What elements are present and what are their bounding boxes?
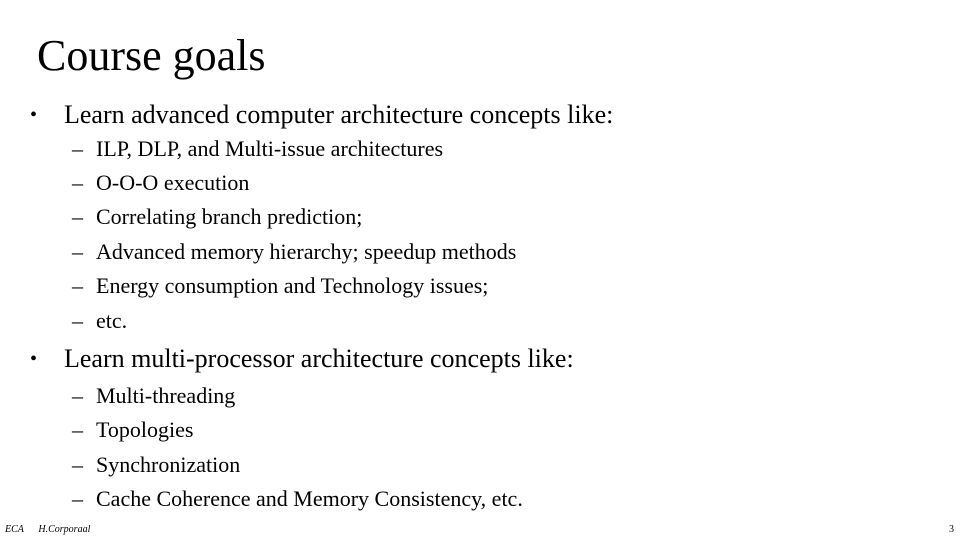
sub-item-text: Synchronization [96, 452, 241, 477]
dash-icon: – [72, 204, 83, 229]
dash-icon: – [72, 383, 83, 408]
dash-icon: – [72, 273, 83, 298]
sub-item-text: Advanced memory hierarchy; speedup metho… [96, 239, 517, 264]
dash-icon: – [72, 417, 83, 442]
sub-item-text: Cache Coherence and Memory Consistency, … [96, 486, 523, 511]
sub-item-text: O-O-O execution [96, 170, 250, 195]
bullet-icon: • [30, 348, 38, 370]
sub-item-text: ILP, DLP, and Multi-issue architectures [96, 136, 444, 161]
sub-item-text: Topologies [96, 417, 194, 442]
dash-icon: – [72, 486, 83, 511]
sub-item-text: Multi-threading [96, 383, 236, 408]
bullet-icon: • [30, 104, 38, 126]
slide-number: 3 [949, 524, 954, 535]
dash-icon: – [72, 170, 83, 195]
dash-icon: – [72, 452, 83, 477]
dash-icon: – [72, 136, 83, 161]
bullet-text: Learn multi-processor architecture conce… [64, 344, 574, 373]
sub-item-text: Energy consumption and Technology issues… [96, 273, 489, 298]
sub-item-text: Correlating branch prediction; [96, 204, 363, 229]
footer-author: H.Corporaal [38, 524, 91, 535]
slide-title: Course goals [37, 31, 266, 80]
dash-icon: – [72, 239, 83, 264]
slide-footer: ECA H.Corporaal [5, 524, 102, 535]
bullet-text: Learn advanced computer architecture con… [64, 100, 614, 129]
dash-icon: – [72, 308, 83, 333]
sub-item-text: etc. [96, 308, 128, 333]
footer-course: ECA [5, 524, 24, 535]
